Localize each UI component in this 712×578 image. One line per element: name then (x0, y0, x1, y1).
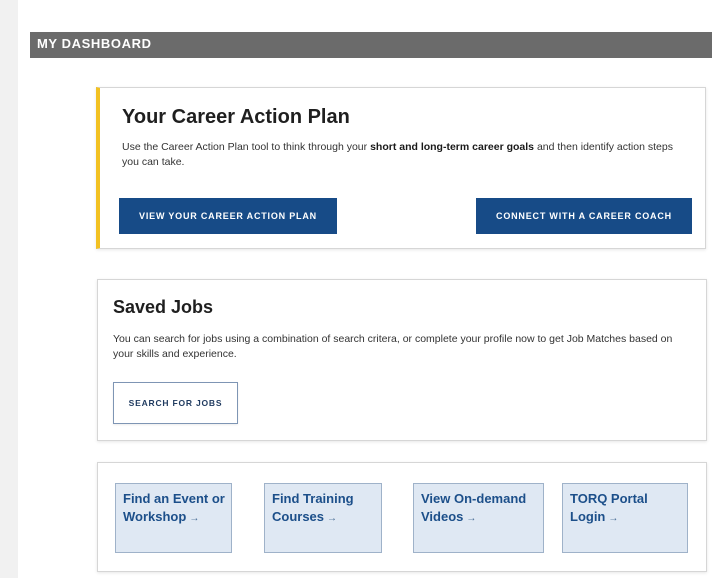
view-career-action-plan-button[interactable]: VIEW YOUR CAREER ACTION PLAN (119, 198, 337, 234)
page-title: MY DASHBOARD (37, 36, 152, 51)
saved-jobs-card: Saved Jobs You can search for jobs using… (97, 279, 707, 441)
connect-career-coach-button[interactable]: CONNECT WITH A CAREER COACH (476, 198, 692, 234)
arrow-right-icon: → (327, 513, 338, 524)
saved-jobs-title: Saved Jobs (113, 297, 214, 317)
career-plan-desc-text: Use the Career Action Plan tool to think… (122, 141, 371, 153)
find-event-workshop-label: Find an Event or Workshop (123, 491, 225, 524)
career-plan-desc-bold: short and long-term career goals (370, 141, 535, 153)
arrow-right-icon: → (466, 513, 477, 524)
view-on-demand-videos-link[interactable]: View On-demand Videos → (413, 483, 544, 553)
career-action-plan-card: Your Career Action Plan Use the Career A… (96, 87, 706, 249)
arrow-right-icon: → (608, 513, 619, 524)
career-plan-description: Use the Career Action Plan tool to think… (122, 140, 682, 170)
torq-portal-login-link[interactable]: TORQ Portal Login → (562, 483, 688, 553)
quick-links-card: Find an Event or Workshop → Find Training… (97, 462, 707, 572)
search-for-jobs-button[interactable]: SEARCH FOR JOBS (113, 382, 238, 424)
saved-jobs-description: You can search for jobs using a combinat… (113, 333, 673, 360)
find-training-courses-label: Find Training Courses (272, 491, 354, 524)
career-plan-title: Your Career Action Plan (122, 106, 350, 128)
find-training-courses-link[interactable]: Find Training Courses → (264, 483, 382, 553)
arrow-right-icon: → (189, 513, 200, 524)
find-event-workshop-link[interactable]: Find an Event or Workshop → (115, 483, 232, 553)
